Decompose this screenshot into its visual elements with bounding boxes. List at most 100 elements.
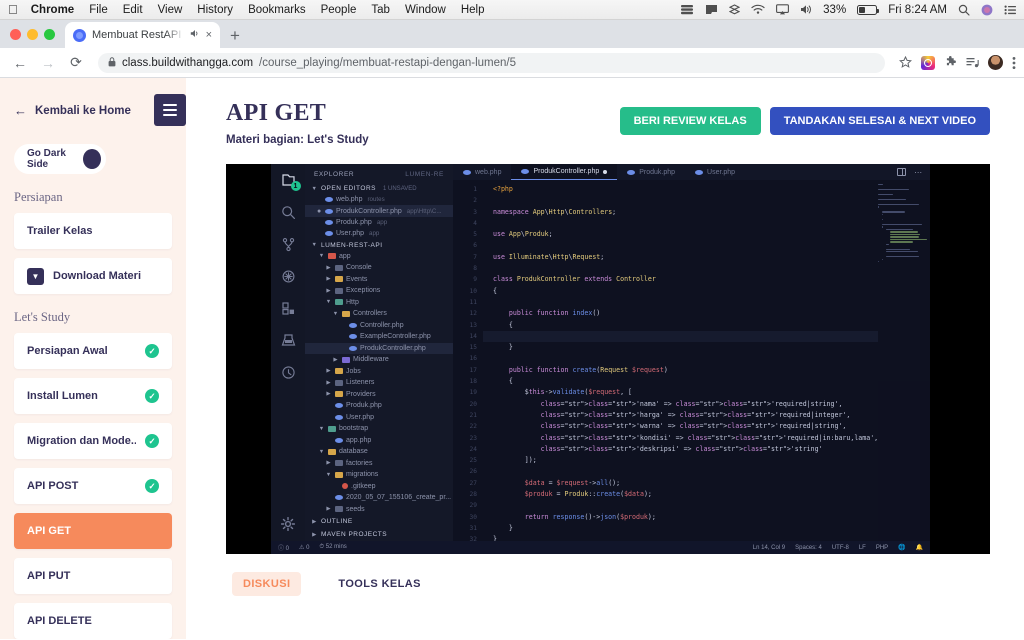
timer-status[interactable]: ⏱ 52 mins <box>319 544 346 551</box>
dark-mode-toggle[interactable]: Go Dark Side <box>14 144 106 174</box>
bell-icon[interactable]: 🔔 <box>916 544 923 551</box>
address-bar[interactable]: class.buildwithangga.com/course_playing/… <box>98 52 885 73</box>
tree-item[interactable]: app.php <box>305 435 453 447</box>
minimize-window-button[interactable] <box>27 29 38 40</box>
menu-item-file[interactable]: File <box>89 4 108 16</box>
menu-item-chrome[interactable]: Chrome <box>31 4 74 16</box>
sidebar-item-persiapan-awal[interactable]: Persiapan Awal ✓ <box>14 333 172 369</box>
tree-item[interactable]: ExampleController.php <box>305 331 453 343</box>
globe-icon[interactable]: 🌐 <box>898 544 905 551</box>
menu-item-help[interactable]: Help <box>461 4 485 16</box>
spotlight-search-icon[interactable] <box>958 4 970 16</box>
tree-item[interactable]: User.php <box>305 412 453 424</box>
tree-item[interactable]: Controller.php <box>305 320 453 332</box>
tree-item[interactable]: ▶ Listeners <box>305 377 453 389</box>
display-icon[interactable] <box>705 4 718 15</box>
language-mode[interactable]: PHP <box>876 545 888 551</box>
minimap[interactable] <box>878 180 931 541</box>
tree-item[interactable]: ▼ migrations <box>305 469 453 481</box>
airplay-icon[interactable] <box>776 4 790 15</box>
tree-item[interactable]: ▶ seeds <box>305 504 453 516</box>
menu-item-window[interactable]: Window <box>405 4 446 16</box>
apple-logo-icon[interactable]:  <box>8 3 18 16</box>
siri-icon[interactable] <box>981 4 993 16</box>
editor-tab-produk-php[interactable]: Produk.php <box>617 164 685 180</box>
tree-item[interactable]: ▼ app <box>305 251 453 263</box>
tab-diskusi[interactable]: DISKUSI <box>232 572 302 596</box>
tab-audio-playing-icon[interactable] <box>190 29 200 41</box>
code-area[interactable]: 1 2 3 4 5 6 7 8 9 10 11 12 13 14 15 16 17 18 19 20 21 22 23 24 2… <box>453 180 931 541</box>
sidebar-item-install-lumen[interactable]: Install Lumen ✓ <box>14 378 172 414</box>
error-count[interactable]: ⓘ 0 <box>278 543 289 552</box>
sidebar-item-migration-dan-model[interactable]: Migration dan Mode... ✓ <box>14 423 172 459</box>
video-player[interactable]: 1 EXPLORER LUMEN-RE ▼ OPEN EDITORS 1 UNS… <box>226 164 990 554</box>
tree-item[interactable]: ▶ Middleware <box>305 354 453 366</box>
mark-complete-next-video-button[interactable]: TANDAKAN SELESAI & NEXT VIDEO <box>769 107 990 135</box>
menu-bar-clock[interactable]: Fri 8:24 AM <box>888 4 947 16</box>
outline-panel[interactable]: ▶ OUTLINE <box>305 515 453 528</box>
sidebar-item-api-get[interactable]: API GET <box>14 513 172 549</box>
settings-gear-icon[interactable] <box>281 517 295 531</box>
maximize-window-button[interactable] <box>44 29 55 40</box>
clock-icon[interactable] <box>281 365 296 380</box>
tree-item[interactable]: ▼ database <box>305 446 453 458</box>
tree-item[interactable]: ▶ Jobs <box>305 366 453 378</box>
new-tab-button[interactable]: + <box>220 27 250 48</box>
open-editor-produk-php[interactable]: Produk.php app <box>305 217 453 228</box>
tree-item[interactable]: ▶ Providers <box>305 389 453 401</box>
menu-item-bookmarks[interactable]: Bookmarks <box>248 4 306 16</box>
browser-tab-active[interactable]: Membuat RestAPI Dengan × <box>65 22 220 48</box>
open-editor-produkcontroller-php[interactable]: ● ProdukController.php app\Http\C... <box>305 205 453 217</box>
explorer-icon[interactable]: 1 <box>281 173 301 191</box>
split-editor-icon[interactable] <box>897 168 907 176</box>
sidebar-item-api-delete[interactable]: API DELETE <box>14 603 172 639</box>
debug-icon[interactable] <box>281 269 296 284</box>
tab-tools-kelas[interactable]: TOOLS KELAS <box>327 572 431 596</box>
wifi-icon[interactable] <box>751 4 765 15</box>
control-center-icon[interactable] <box>1004 5 1016 15</box>
menu-item-people[interactable]: People <box>321 4 357 16</box>
extensions-puzzle-icon[interactable] <box>944 56 957 69</box>
tab-close-button[interactable]: × <box>206 29 212 41</box>
review-class-button[interactable]: BERI REVIEW KELAS <box>619 107 761 135</box>
maven-projects-panel[interactable]: ▶ MAVEN PROJECTS <box>305 528 453 541</box>
tree-item[interactable]: ▼ bootstrap <box>305 423 453 435</box>
extensions-icon[interactable] <box>281 301 296 316</box>
back-button[interactable]: ← <box>8 51 32 75</box>
encoding-setting[interactable]: UTF-8 <box>832 545 849 551</box>
menu-item-history[interactable]: History <box>197 4 233 16</box>
indent-setting[interactable]: Spaces: 4 <box>795 545 822 551</box>
sidebar-item-download-materi[interactable]: ▼ Download Materi <box>14 258 172 294</box>
reload-button[interactable]: ⟳ <box>64 51 88 75</box>
menu-item-edit[interactable]: Edit <box>123 4 143 16</box>
project-root-group[interactable]: ▼ LUMEN-REST-API <box>305 240 453 251</box>
menu-item-tab[interactable]: Tab <box>371 4 390 16</box>
dropbox-icon[interactable] <box>729 4 741 15</box>
sidebar-item-api-put[interactable]: API PUT <box>14 558 172 594</box>
back-to-home-link[interactable]: ← Kembali ke Home <box>14 94 131 118</box>
tree-item[interactable]: 2020_05_07_155106_create_pr... <box>305 492 453 504</box>
eol-setting[interactable]: LF <box>859 545 866 551</box>
open-editor-web-php[interactable]: web.php routes <box>305 194 453 205</box>
editor-tab-web-php[interactable]: web.php <box>453 164 511 180</box>
warning-count[interactable]: ⚠ 0 <box>299 544 309 551</box>
chrome-menu-icon[interactable] <box>1012 56 1016 70</box>
cursor-position[interactable]: Ln 14, Col 9 <box>753 545 785 551</box>
box-icon[interactable] <box>680 4 694 15</box>
editor-tab-user-php[interactable]: User.php <box>685 164 745 180</box>
volume-icon[interactable] <box>800 4 812 15</box>
tree-item[interactable]: .gitkeep <box>305 481 453 493</box>
tree-item[interactable]: ▼ Http <box>305 297 453 309</box>
hamburger-menu-button[interactable] <box>154 94 186 126</box>
tree-item[interactable]: ▶ Exceptions <box>305 285 453 297</box>
sidebar-item-api-post[interactable]: API POST ✓ <box>14 468 172 504</box>
open-editor-user-php[interactable]: User.php app <box>305 228 453 239</box>
search-icon[interactable] <box>281 205 296 220</box>
editor-tab-produkcontroller-php[interactable]: ProdukController.php <box>511 164 618 180</box>
profile-avatar[interactable] <box>988 55 1003 70</box>
tree-item[interactable]: ProdukController.php <box>305 342 453 354</box>
extension-colorful-icon[interactable] <box>921 55 935 70</box>
tree-item[interactable]: Produk.php <box>305 400 453 412</box>
tree-item[interactable]: ▶ factories <box>305 458 453 470</box>
more-actions-icon[interactable]: ⋯ <box>914 168 922 177</box>
